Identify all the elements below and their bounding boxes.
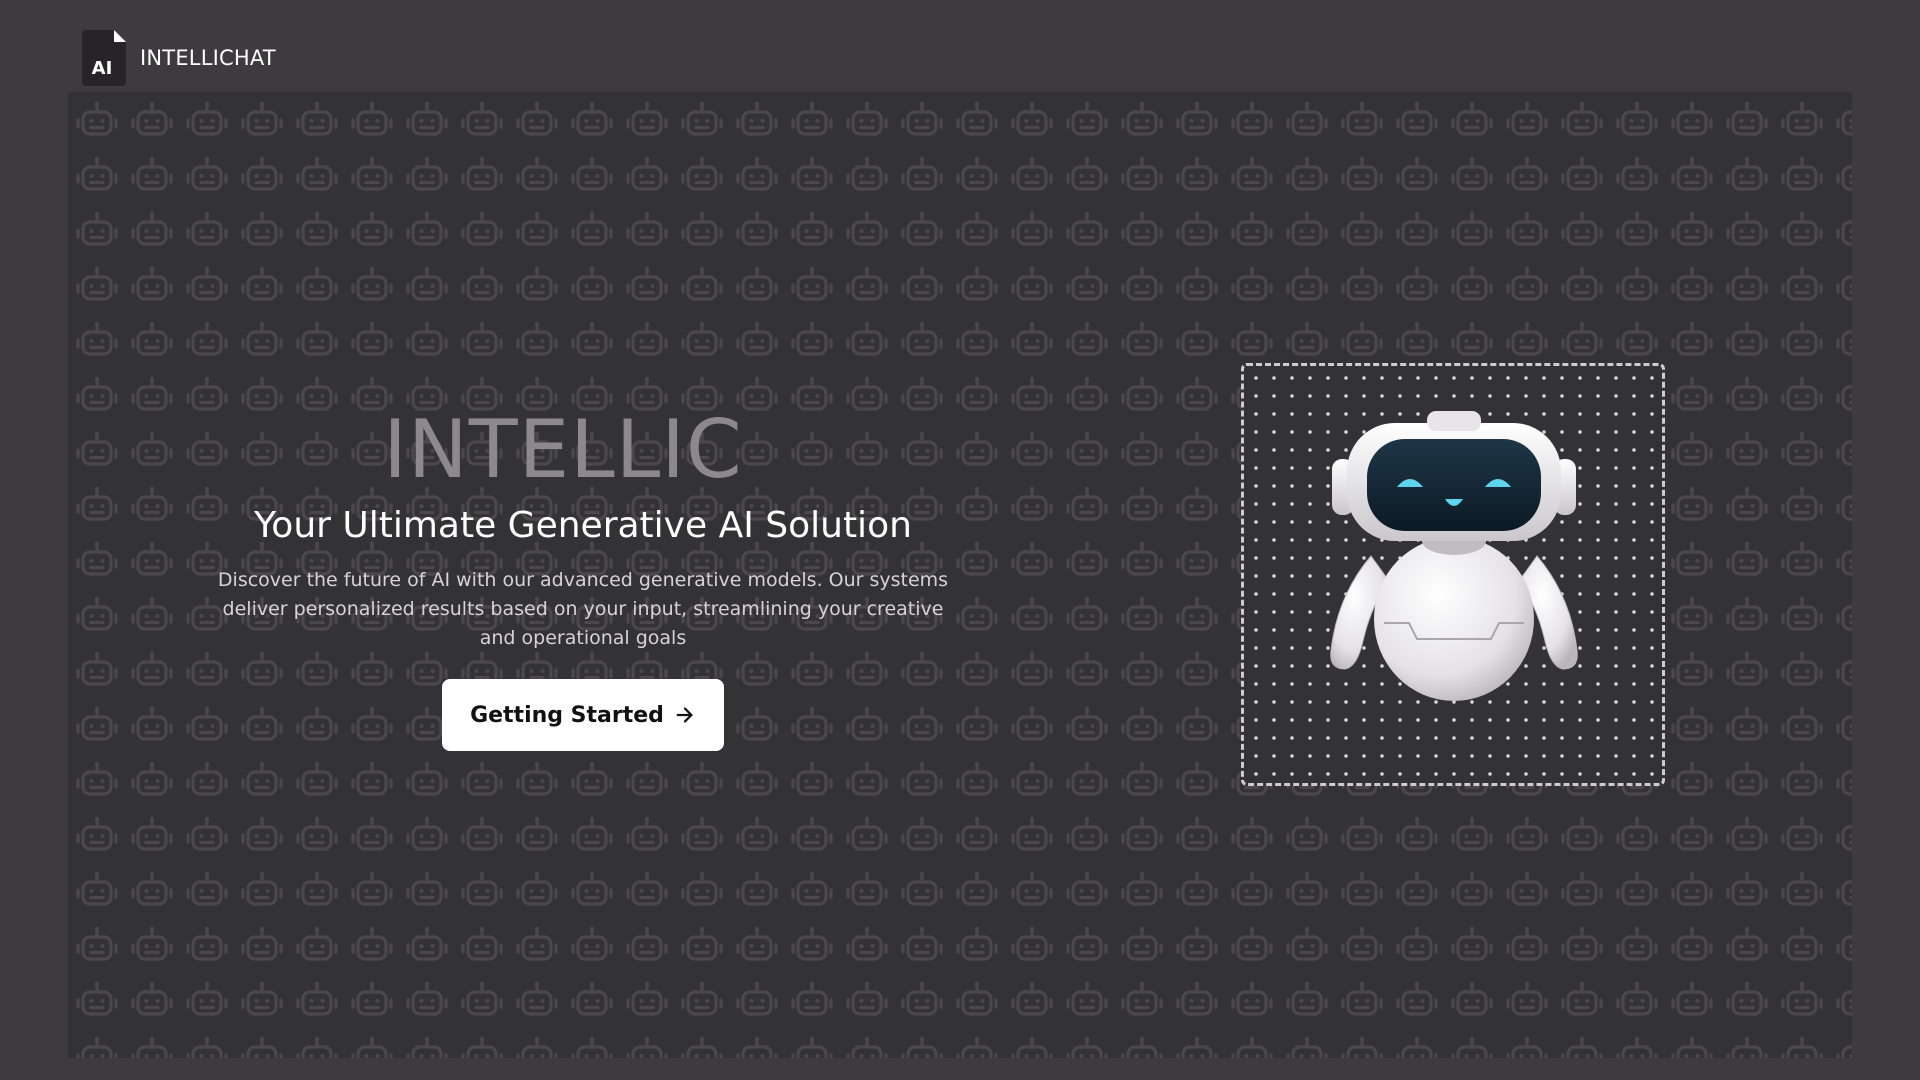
robot-mascot-image	[1330, 411, 1578, 701]
hero-description: Discover the future of AI with our advan…	[217, 569, 949, 649]
logo-text: AI	[92, 58, 113, 79]
hero-section: INTELLIC Your Ultimate Generative AI Sol…	[68, 92, 1852, 1058]
hero-subtitle: Your Ultimate Generative AI Solution	[254, 505, 912, 546]
hero-text-block: INTELLIC Your Ultimate Generative AI Sol…	[138, 402, 1028, 751]
arrow-right-icon	[676, 707, 693, 723]
getting-started-label: Getting Started	[470, 702, 664, 728]
getting-started-button[interactable]: Getting Started	[442, 679, 724, 751]
hero-title: INTELLIC	[383, 403, 743, 496]
site-header: AI INTELLICHAT	[80, 28, 276, 88]
robot-illustration-card	[1241, 363, 1665, 786]
ai-file-logo-icon[interactable]: AI	[80, 28, 128, 88]
brand-name[interactable]: INTELLICHAT	[140, 46, 276, 70]
